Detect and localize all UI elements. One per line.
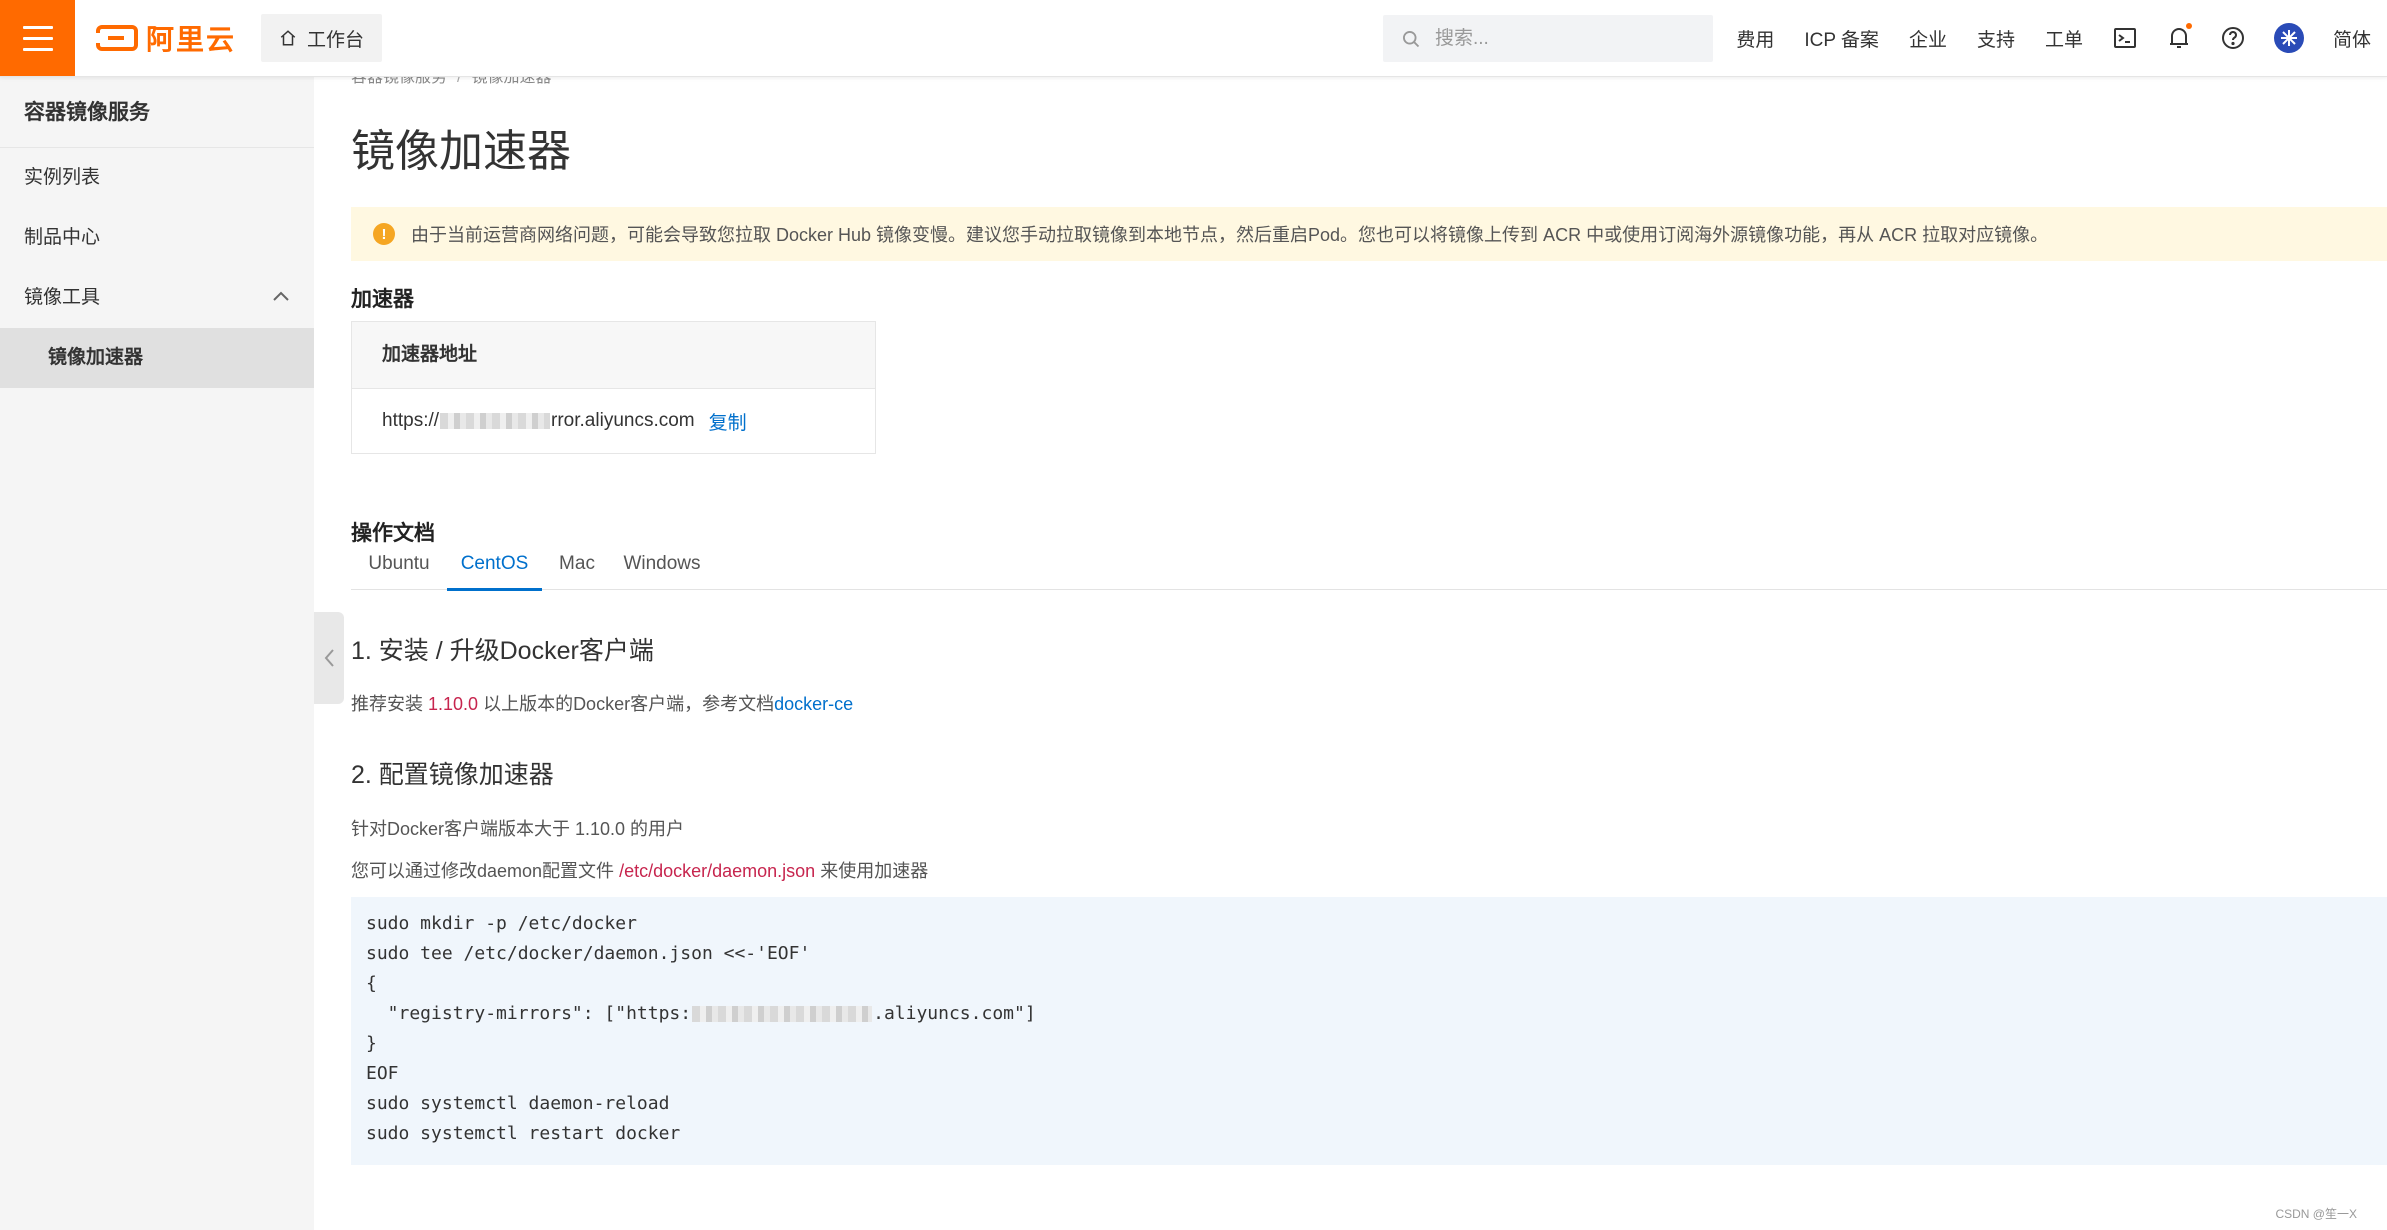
nav-link-ticket[interactable]: 工单	[2045, 25, 2083, 52]
code-text: .aliyuncs.com"]	[873, 1003, 1036, 1024]
code-line: sudo systemctl daemon-reload	[366, 1093, 670, 1114]
top-navigation-bar: 阿里云 工作台 费用 ICP 备案 企业 支持 工单 简体	[0, 0, 2387, 77]
workbench-label: 工作台	[306, 29, 364, 51]
breadcrumb-item-current: 镜像加速器	[471, 77, 552, 86]
sidebar-item-image-tools[interactable]: 镜像工具	[0, 268, 314, 328]
workbench-button[interactable]: 工作台	[261, 14, 382, 62]
breadcrumb-separator: /	[457, 77, 462, 86]
accelerator-table: 加速器地址 https:// rror.aliyuncs.com 复制	[351, 321, 876, 454]
main-content: 容器镜像服务 / 镜像加速器 镜像加速器 ! 由于当前运营商网络问题，可能会导致您拉…	[351, 77, 2387, 1230]
page-title: 镜像加速器	[351, 127, 571, 176]
step1-text: 推荐安装 1.10.0 以上版本的Docker客户端，参考文档docker-ce	[351, 690, 853, 716]
code-line-mirror: "registry-mirrors": ["https: .aliyuncs.co…	[366, 999, 2372, 1029]
header-nav: 费用 ICP 备案 企业 支持 工单 简体	[1721, 0, 2387, 76]
daemon-json-path: /etc/docker/daemon.json	[619, 861, 816, 881]
tab-ubuntu[interactable]: Ubuntu	[351, 547, 447, 588]
watermark: CSDN @笙一X	[2275, 1207, 2357, 1221]
nav-link-enterprise[interactable]: 企业	[1909, 25, 1947, 52]
code-text: "registry-mirrors": ["https:	[366, 1003, 692, 1024]
breadcrumb-item-service[interactable]: 容器镜像服务	[351, 77, 447, 86]
warning-icon: !	[373, 223, 395, 245]
menu-icon[interactable]	[0, 0, 75, 76]
breadcrumb: 容器镜像服务 / 镜像加速器	[351, 77, 551, 87]
nav-link-icp[interactable]: ICP 备案	[1804, 25, 1879, 52]
avatar-icon	[2280, 30, 2297, 46]
step2-text2: 您可以通过修改daemon配置文件 /etc/docker/daemon.jso…	[351, 857, 928, 883]
step2-text-part: 您可以通过修改daemon配置文件	[351, 861, 620, 881]
nav-link-billing[interactable]: 费用	[1736, 25, 1774, 52]
logo-text: 阿里云	[146, 24, 237, 55]
code-line: sudo tee /etc/docker/daemon.json <<-'EOF…	[366, 943, 811, 964]
language-switch[interactable]: 简体	[2333, 25, 2371, 52]
redacted-text	[692, 1006, 873, 1022]
tab-centos[interactable]: CentOS	[447, 547, 542, 591]
accelerator-url-suffix: rror.aliyuncs.com	[551, 410, 695, 431]
os-tabs: Ubuntu CentOS Mac Windows	[351, 547, 2387, 591]
home-icon	[280, 30, 296, 46]
redacted-text	[440, 413, 551, 429]
help-icon[interactable]	[2220, 25, 2246, 51]
step2-text-part: 来使用加速器	[815, 861, 929, 881]
tab-mac[interactable]: Mac	[542, 547, 612, 588]
aliyun-logo[interactable]: 阿里云	[94, 20, 237, 56]
code-block[interactable]: sudo mkdir -p /etc/docker sudo tee /etc/d…	[351, 897, 2387, 1165]
notification-dot	[2185, 23, 2192, 29]
code-line: sudo mkdir -p /etc/docker	[366, 913, 637, 934]
avatar[interactable]	[2273, 23, 2304, 53]
sidebar-item-label: 镜像工具	[24, 287, 101, 308]
search-input[interactable]	[1433, 26, 1687, 51]
sidebar: 容器镜像服务 实例列表 制品中心 镜像工具 镜像加速器	[0, 77, 314, 1230]
terminal-icon[interactable]	[2112, 25, 2138, 51]
sidebar-item-instances[interactable]: 实例列表	[0, 148, 314, 208]
code-line: {	[366, 973, 377, 994]
accelerator-table-header: 加速器地址	[352, 322, 875, 389]
accelerator-heading: 加速器	[351, 288, 414, 311]
step1-text-part: 以上版本的Docker客户端，参考文档	[478, 694, 775, 714]
search-icon	[1403, 30, 1420, 47]
tab-windows[interactable]: Windows	[612, 547, 712, 588]
sidebar-item-artifacts[interactable]: 制品中心	[0, 208, 314, 268]
step1-text-part: 推荐安装	[351, 694, 429, 714]
warning-alert: ! 由于当前运营商网络问题，可能会导致您拉取 Docker Hub 镜像变慢。建…	[351, 207, 2387, 261]
accelerator-url-prefix: https://	[382, 410, 440, 431]
step2-title: 2. 配置镜像加速器	[351, 761, 554, 789]
step2-text1: 针对Docker客户端版本大于 1.10.0 的用户	[351, 819, 685, 839]
step1-title: 1. 安装 / 升级Docker客户端	[351, 637, 654, 665]
docker-ce-link[interactable]: docker-ce	[774, 694, 853, 714]
chevron-up-icon[interactable]	[272, 290, 290, 302]
sidebar-title: 容器镜像服务	[0, 77, 314, 148]
sidebar-item-mirror-accelerator[interactable]: 镜像加速器	[0, 328, 314, 388]
bell-icon[interactable]	[2166, 23, 2192, 51]
docs-heading: 操作文档	[351, 522, 435, 545]
code-line: EOF	[366, 1063, 399, 1084]
search-box[interactable]	[1383, 15, 1713, 62]
code-line: sudo systemctl restart docker	[366, 1123, 681, 1144]
version-highlight: 1.10.0	[428, 694, 479, 714]
code-line: }	[366, 1033, 377, 1054]
accelerator-url-row: https:// rror.aliyuncs.com 复制	[352, 389, 875, 453]
chevron-left-icon	[324, 649, 334, 667]
alert-text: 由于当前运营商网络问题，可能会导致您拉取 Docker Hub 镜像变慢。建议您…	[411, 225, 2049, 245]
logo-mark-icon	[94, 25, 138, 51]
sidebar-collapse-toggle[interactable]	[314, 612, 344, 704]
nav-link-support[interactable]: 支持	[1977, 25, 2015, 52]
copy-link[interactable]: 复制	[709, 408, 747, 435]
